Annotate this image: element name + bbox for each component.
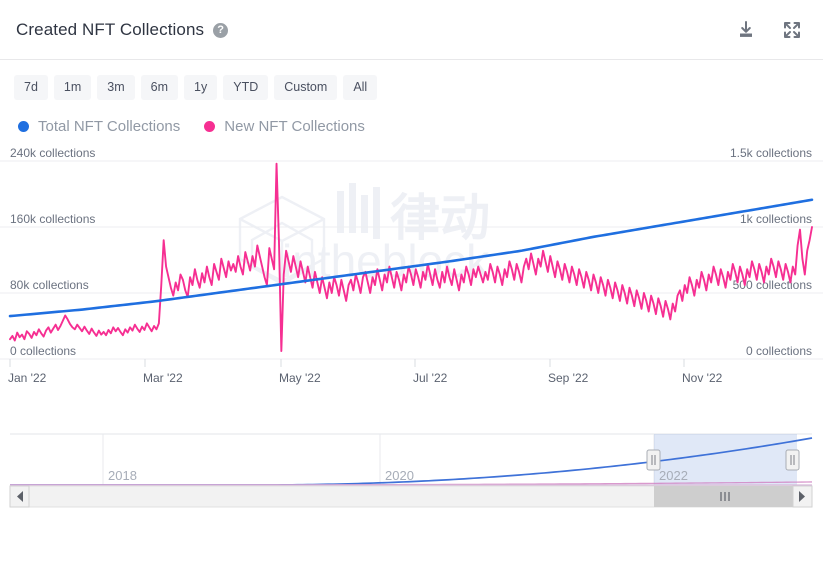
x-axis-labels: Jan '22 Mar '22 May '22 Jul '22 Sep '22 …	[8, 371, 723, 385]
legend-dot-icon-total	[18, 120, 29, 132]
download-icon	[736, 20, 756, 40]
navigator-year-2022: 2022	[659, 468, 688, 483]
scroll-right-button[interactable]	[792, 485, 813, 507]
range-button-ytd[interactable]: YTD	[223, 75, 269, 100]
range-button-7d[interactable]: 7d	[14, 75, 48, 100]
navigator-handle-left[interactable]	[646, 449, 661, 470]
page-title: Created NFT Collections?	[16, 19, 229, 40]
x-tick-mar-22: Mar '22	[143, 371, 183, 385]
question-mark-circle-icon[interactable]: ?	[213, 22, 229, 38]
navigator-gridlines	[102, 433, 655, 485]
x-tick-jul-22: Jul '22	[413, 371, 448, 385]
x-tick-may-22: May '22	[279, 371, 321, 385]
y-right-tick-0: 0 collections	[746, 344, 812, 358]
range-button-3m[interactable]: 3m	[97, 75, 135, 100]
y-left-tick-240k: 240k collections	[10, 147, 95, 160]
page-title-text: Created NFT Collections	[16, 19, 205, 39]
y-axis-left-labels: 240k collections 160k collections 80k co…	[10, 147, 95, 358]
legend-label-new: New NFT Collections	[224, 117, 365, 135]
y-right-tick-1k: 1k collections	[740, 212, 812, 226]
x-tick-nov-22: Nov '22	[682, 371, 723, 385]
legend-item-new-nft-collections[interactable]: New NFT Collections	[204, 118, 365, 135]
range-selector: 7d 1m 3m 6m 1y YTD Custom All	[0, 60, 823, 100]
navigator-handle-right[interactable]	[785, 449, 800, 470]
x-tick-sep-22: Sep '22	[548, 371, 589, 385]
download-button[interactable]	[733, 17, 759, 43]
chart-legend: Total NFT Collections New NFT Collection…	[0, 100, 823, 135]
x-axis-ticks	[9, 358, 685, 367]
chart-navigator[interactable]: 2018 2020 2022	[0, 428, 823, 508]
chart-plot-area[interactable]: 律动 intheblock 240k collections 160k coll…	[0, 147, 823, 422]
y-axis-right-labels: 1.5k collections 1k collections 500 coll…	[730, 147, 812, 358]
navigator-year-2020: 2020	[385, 468, 414, 483]
y-right-tick-1500: 1.5k collections	[730, 147, 812, 160]
range-button-6m[interactable]: 6m	[140, 75, 179, 100]
chart-header: Created NFT Collections?	[0, 0, 823, 60]
navigator-svg: 2018 2020 2022	[9, 433, 813, 507]
range-button-custom[interactable]: Custom	[274, 75, 338, 100]
fullscreen-button[interactable]	[779, 17, 805, 43]
range-button-1m[interactable]: 1m	[53, 75, 92, 100]
legend-item-total-nft-collections[interactable]: Total NFT Collections	[18, 118, 180, 135]
y-left-tick-0: 0 collections	[10, 344, 76, 358]
chart-svg: 律动 intheblock 240k collections 160k coll…	[0, 147, 823, 385]
y-left-tick-80k: 80k collections	[10, 278, 89, 292]
navigator-year-2018: 2018	[108, 468, 137, 483]
x-tick-jan-22: Jan '22	[8, 371, 47, 385]
watermark-bars-icon	[337, 182, 380, 239]
legend-dot-icon-new	[204, 120, 216, 132]
fullscreen-expand-icon	[782, 20, 802, 40]
range-button-1y[interactable]: 1y	[184, 75, 218, 100]
legend-label-total: Total NFT Collections	[38, 117, 181, 135]
range-button-all[interactable]: All	[343, 75, 378, 100]
scroll-left-button[interactable]	[9, 485, 30, 507]
y-left-tick-160k: 160k collections	[10, 212, 95, 226]
